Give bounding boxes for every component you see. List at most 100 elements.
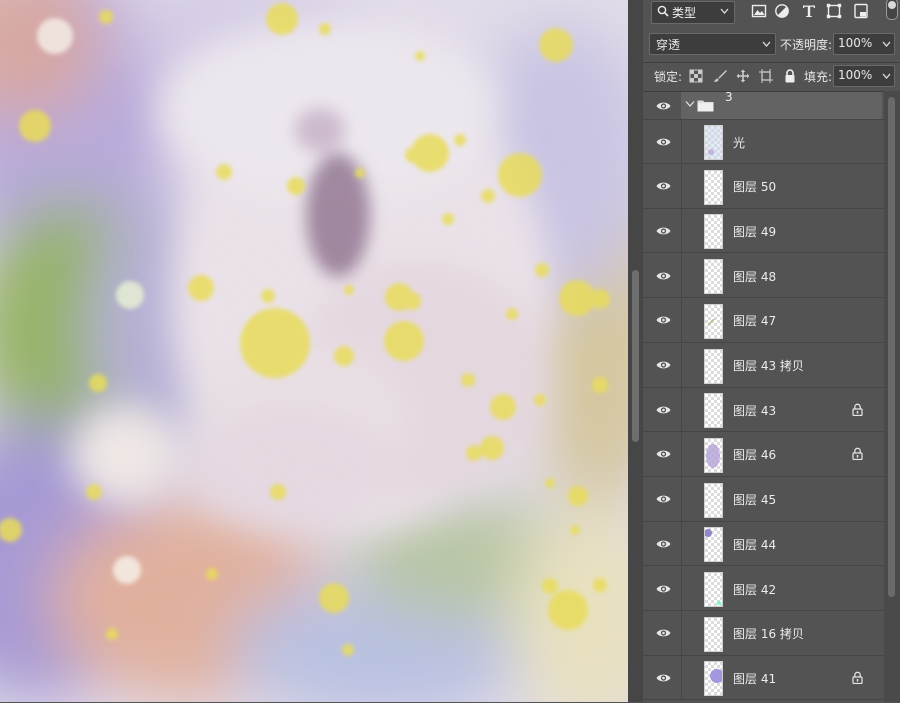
layer-row[interactable]: 图层 49 <box>643 209 884 254</box>
layer-name: 图层 43 拷贝 <box>733 359 804 373</box>
layer-name: 图层 43 <box>733 403 777 418</box>
search-icon <box>657 5 669 17</box>
visibility-toggle[interactable] <box>643 298 682 342</box>
watercolor-artwork <box>0 0 628 702</box>
lock-position-icon[interactable] <box>736 69 750 83</box>
layer-thumbnail <box>704 572 723 607</box>
visibility-toggle[interactable] <box>643 656 682 700</box>
visibility-toggle[interactable] <box>643 432 682 476</box>
shape-filter-icon[interactable] <box>826 3 842 19</box>
eye-icon[interactable] <box>656 449 671 459</box>
eye-icon[interactable] <box>656 181 671 191</box>
eye-icon[interactable] <box>656 271 671 281</box>
document-canvas[interactable] <box>0 0 628 702</box>
visibility-toggle[interactable] <box>643 388 682 432</box>
layer-row[interactable]: 图层 48 <box>643 254 884 299</box>
eye-icon[interactable] <box>656 360 671 370</box>
layer-thumbnail <box>704 437 723 473</box>
eye-icon[interactable] <box>656 405 671 415</box>
eye-icon[interactable] <box>656 673 671 683</box>
layer-row[interactable]: 图层 47 <box>643 298 884 343</box>
layer-thumbnail <box>704 661 723 697</box>
layer-thumbnail <box>704 393 723 429</box>
layer-row[interactable]: 图层 46 <box>643 432 884 477</box>
lock-row: 锁定: 填充: 100% <box>643 62 900 89</box>
layer-name: 图层 41 <box>733 671 777 686</box>
lock-icon <box>852 403 863 416</box>
opacity-value: 100% <box>838 36 873 50</box>
lock-transparent-pixels-icon[interactable] <box>689 69 703 83</box>
image-filter-icon[interactable] <box>751 3 767 19</box>
eye-icon[interactable] <box>656 137 671 147</box>
eye-icon[interactable] <box>656 539 671 549</box>
adjustment-filter-icon[interactable] <box>774 3 790 19</box>
filter-toggle[interactable] <box>886 0 898 20</box>
layer-row[interactable]: 图层 42 <box>643 567 884 611</box>
opacity-dropdown-button[interactable] <box>879 33 895 55</box>
visibility-toggle[interactable] <box>643 567 682 610</box>
smart-object-filter-icon[interactable] <box>853 3 869 19</box>
eye-icon[interactable] <box>656 628 671 638</box>
filter-kind-select[interactable]: 类型 <box>651 1 735 24</box>
layer-thumbnail <box>704 482 723 518</box>
lock-icon <box>852 448 863 461</box>
layers-panel: 类型 穿透 不透明度: 100% 锁定: 填充: 100% 3 光 图层 50 … <box>643 0 900 702</box>
visibility-toggle[interactable] <box>643 343 682 387</box>
layer-filter-bar: 类型 <box>643 0 900 27</box>
chevron-down-icon[interactable] <box>685 100 695 108</box>
layer-row[interactable]: 图层 16 拷贝 <box>643 611 884 656</box>
layer-row[interactable]: 光 <box>643 120 884 164</box>
chevron-down-icon <box>720 8 729 14</box>
eye-icon[interactable] <box>656 584 671 594</box>
layer-row[interactable]: 图层 43 拷贝 <box>643 343 884 388</box>
lock-image-pixels-icon[interactable] <box>713 69 727 83</box>
layer-name: 图层 16 拷贝 <box>733 627 804 642</box>
filter-kind-label: 类型 <box>672 6 697 20</box>
layer-row[interactable]: 图层 43 <box>643 388 884 433</box>
visibility-toggle[interactable] <box>643 92 682 119</box>
layer-row[interactable]: 图层 45 <box>643 477 884 522</box>
chevron-down-icon <box>762 41 771 47</box>
group-name: 3 <box>725 90 733 104</box>
visibility-toggle[interactable] <box>643 164 682 208</box>
layer-list: 3 光图层 50 图层 49 图层 48 图层 47 图层 43 拷贝 图层 43 图层 4… <box>643 90 884 703</box>
opacity-field[interactable]: 100% <box>833 33 881 55</box>
layers-scroll-thumb[interactable] <box>888 97 895 597</box>
visibility-toggle[interactable] <box>643 611 682 655</box>
fill-dropdown-button[interactable] <box>879 65 895 87</box>
layer-thumbnail <box>704 214 723 250</box>
layer-thumbnail <box>704 259 723 295</box>
chevron-down-icon <box>882 73 891 79</box>
layer-name: 图层 46 <box>733 448 777 463</box>
layers-scrollbar[interactable] <box>884 91 900 702</box>
visibility-toggle[interactable] <box>643 477 682 521</box>
eye-icon[interactable] <box>656 494 671 504</box>
canvas-scrollbar[interactable] <box>628 0 643 702</box>
visibility-toggle[interactable] <box>643 120 682 163</box>
group-header[interactable]: 3 <box>681 90 882 119</box>
layer-name: 图层 48 <box>733 269 777 284</box>
layer-thumbnail <box>704 303 723 339</box>
type-filter-icon[interactable] <box>801 3 817 19</box>
opacity-label: 不透明度: <box>780 38 833 52</box>
eye-icon[interactable] <box>656 226 671 236</box>
layer-name: 图层 45 <box>733 493 777 508</box>
lock-all-icon[interactable] <box>783 69 797 83</box>
visibility-toggle[interactable] <box>643 522 682 566</box>
lock-icon <box>852 671 863 684</box>
layer-thumbnail <box>704 169 723 205</box>
layer-row[interactable]: 图层 50 <box>643 164 884 209</box>
eye-icon[interactable] <box>656 315 671 325</box>
layer-thumbnail <box>704 125 723 160</box>
eye-icon[interactable] <box>656 101 671 111</box>
lock-artboard-icon[interactable] <box>759 69 773 83</box>
canvas-scroll-thumb[interactable] <box>632 270 639 442</box>
layer-row[interactable]: 图层 41 <box>643 656 884 701</box>
layer-group-row[interactable]: 3 <box>643 90 884 120</box>
fill-field[interactable]: 100% <box>833 65 881 87</box>
visibility-toggle[interactable] <box>643 254 682 298</box>
chevron-down-icon <box>882 41 891 47</box>
blend-mode-select[interactable]: 穿透 <box>649 33 776 55</box>
visibility-toggle[interactable] <box>643 209 682 253</box>
layer-row[interactable]: 图层 44 <box>643 522 884 567</box>
